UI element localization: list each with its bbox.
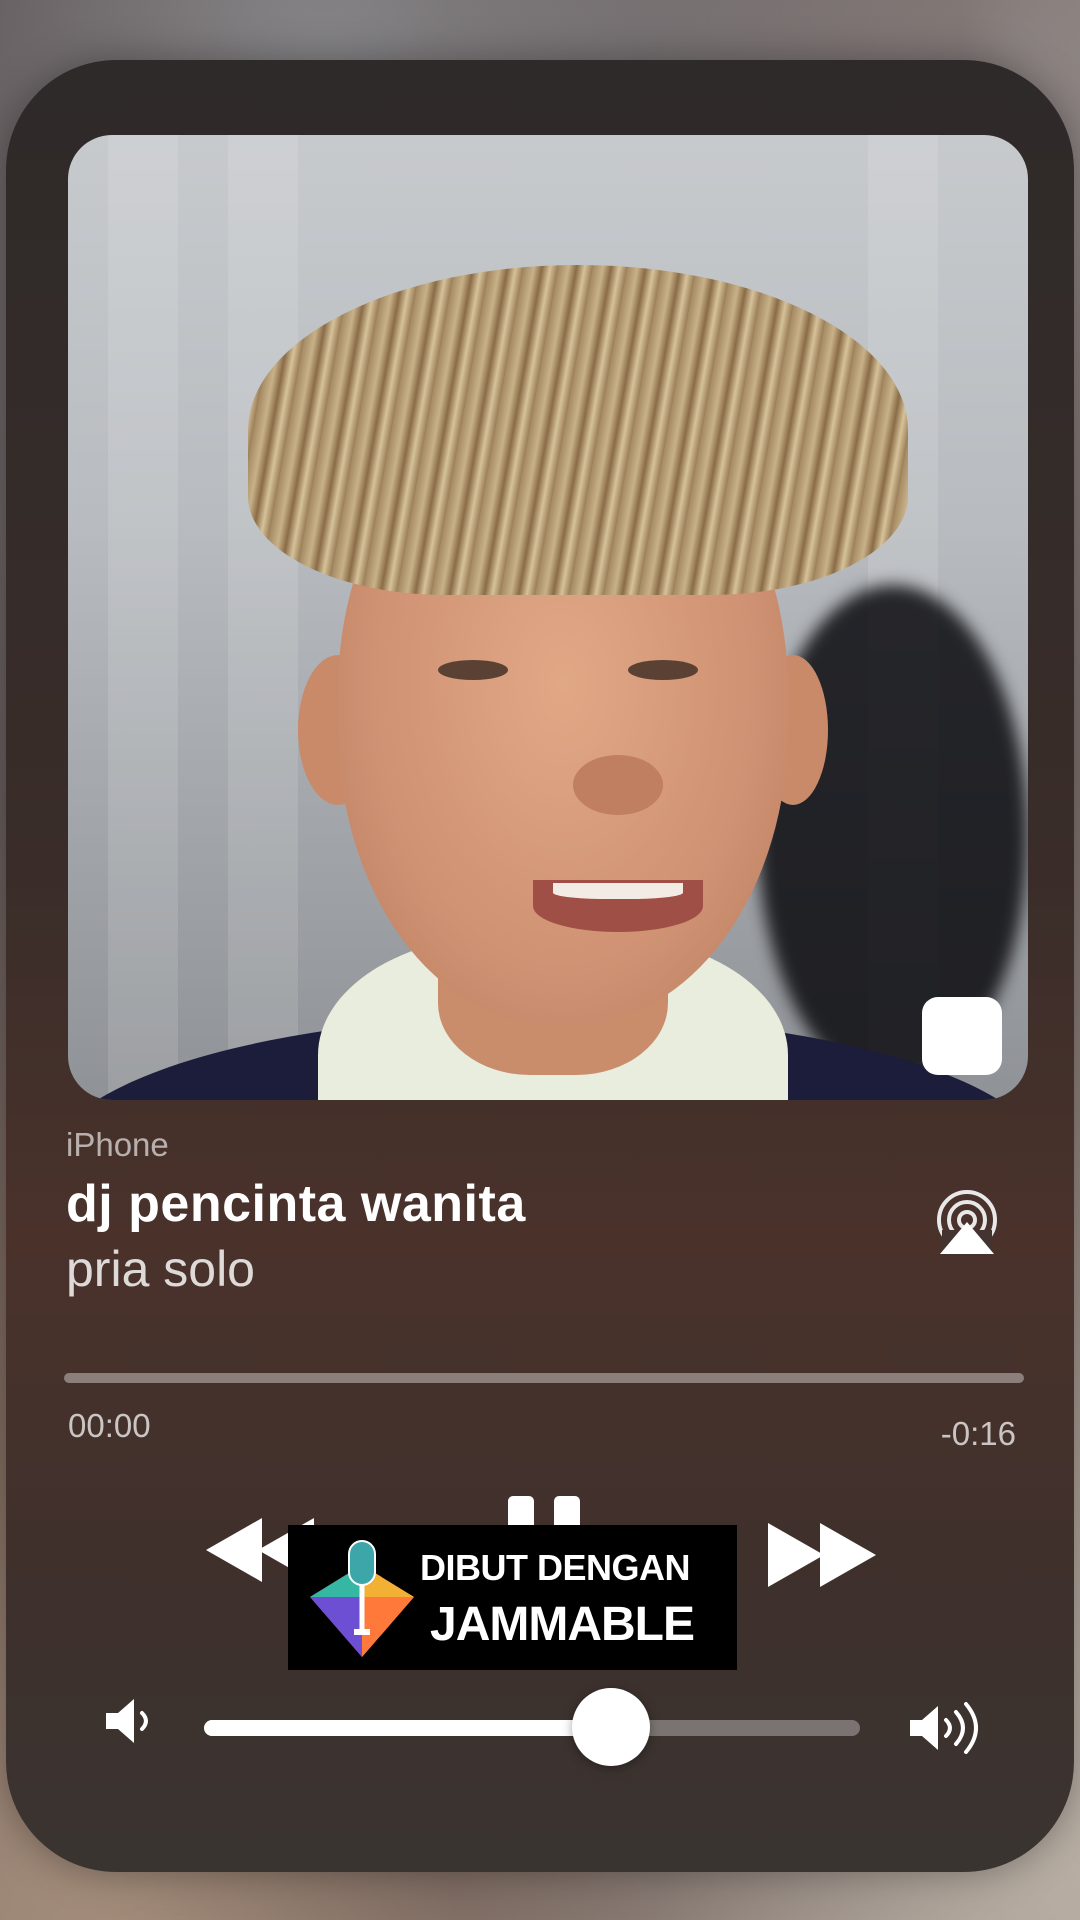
artwork-background-stripe (108, 135, 178, 1100)
artwork-teeth (553, 883, 683, 899)
fast-forward-icon[interactable] (762, 1515, 882, 1595)
volume-slider-fill (204, 1720, 611, 1736)
song-title: dj pencinta wanita (66, 1175, 526, 1233)
artwork-nose (573, 755, 663, 815)
watermark-line-2: JAMMABLE (430, 1598, 695, 1651)
stop-icon[interactable] (922, 997, 1002, 1075)
speaker-low-icon (106, 1699, 148, 1743)
artwork-hair (248, 265, 908, 595)
volume-slider-thumb[interactable] (571, 1688, 650, 1766)
artwork-eye (628, 660, 698, 680)
jammable-logo (310, 1540, 414, 1657)
time-elapsed: 00:00 (68, 1407, 151, 1444)
album-artwork (68, 135, 1028, 1100)
watermark-line-1: DIBUT DENGAN (420, 1547, 691, 1588)
artwork-eye (438, 660, 508, 680)
speaker-high-icon (910, 1702, 978, 1754)
time-remaining: -0:16 (940, 1415, 1016, 1452)
airplay-icon[interactable] (932, 1190, 1002, 1256)
volume-slider[interactable] (204, 1688, 860, 1766)
playback-progress-bar[interactable] (64, 1373, 1024, 1383)
artist-name: pria solo (66, 1241, 255, 1297)
output-source-label: iPhone (66, 1126, 169, 1163)
artwork-background-stripe (228, 135, 298, 1100)
jammable-watermark: DIBUT DENGAN JAMMABLE (288, 1525, 737, 1670)
